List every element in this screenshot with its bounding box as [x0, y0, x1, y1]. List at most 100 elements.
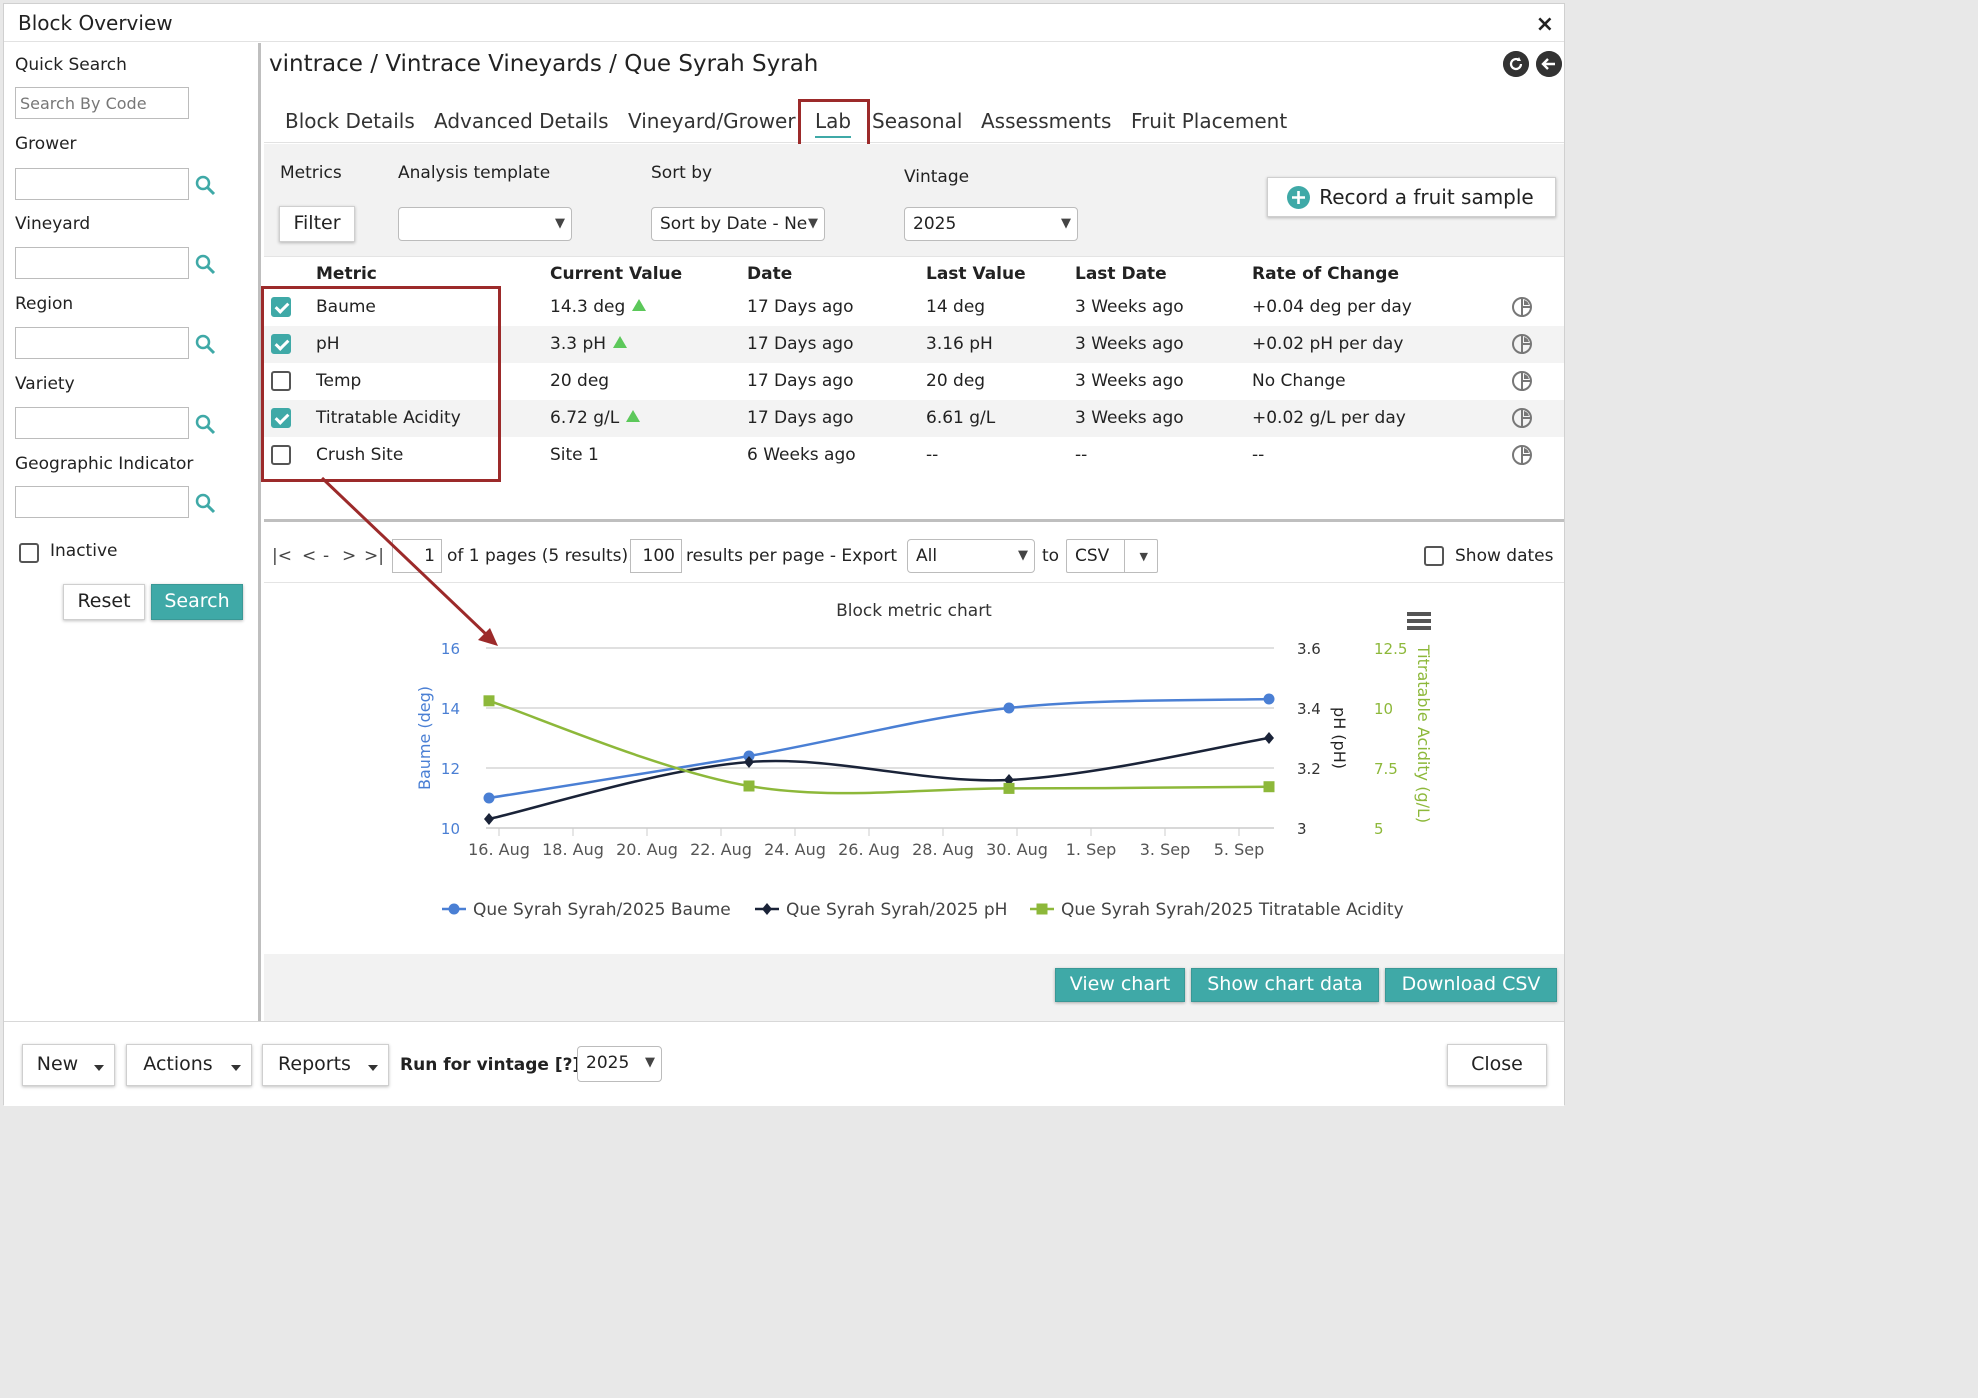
metric-checkbox[interactable] — [271, 297, 291, 317]
grower-search-icon[interactable] — [194, 174, 216, 196]
pie-chart-icon[interactable] — [1511, 407, 1533, 429]
table-row[interactable]: pH 3.3 pH 17 Days ago 3.16 pH 3 Weeks ago +0.… — [264, 326, 1564, 363]
show-chart-data-button[interactable]: Show chart data — [1191, 968, 1379, 1002]
close-icon[interactable]: × — [1536, 12, 1554, 37]
sort-by-select[interactable]: Sort by Date - Ne ▼ — [651, 207, 825, 241]
geographic-indicator-input[interactable] — [15, 486, 189, 518]
region-input[interactable] — [15, 327, 189, 359]
column-header-date[interactable]: Date — [747, 264, 792, 284]
dropdown-arrow-icon: ▼ — [645, 1055, 655, 1070]
variety-search-icon[interactable] — [194, 413, 216, 435]
previous-page-icon[interactable]: < — [302, 546, 316, 566]
pie-chart-icon[interactable] — [1511, 333, 1533, 355]
column-header-metric[interactable]: Metric — [316, 264, 377, 284]
new-menu-button[interactable]: New — [22, 1044, 115, 1086]
last-date-cell: 3 Weeks ago — [1075, 297, 1184, 317]
record-fruit-sample-label: Record a fruit sample — [1319, 185, 1534, 209]
rate-of-change-cell-text: No Change — [1252, 371, 1346, 391]
tab-bar: Block Details Advanced Details Vineyard/… — [264, 99, 1564, 143]
refresh-icon[interactable] — [1503, 51, 1529, 77]
column-header-rate-of-change[interactable]: Rate of Change — [1252, 264, 1399, 284]
variety-input[interactable] — [15, 407, 189, 439]
legend-label[interactable]: Que Syrah Syrah/2025 pH — [786, 900, 1007, 920]
select-divider — [1124, 540, 1125, 572]
legend-label[interactable]: Que Syrah Syrah/2025 Titratable Acidity — [1061, 900, 1404, 920]
rate-of-change-cell: +0.04 deg per day — [1252, 297, 1412, 317]
reset-button[interactable]: Reset — [63, 584, 145, 620]
rate-of-change-cell-text: +0.02 g/L per day — [1252, 408, 1406, 428]
geographic-indicator-search-icon[interactable] — [194, 492, 216, 514]
column-header-last-date[interactable]: Last Date — [1075, 264, 1167, 284]
record-fruit-sample-button[interactable]: Record a fruit sample — [1267, 177, 1556, 217]
metric-checkbox[interactable] — [271, 445, 291, 465]
search-button[interactable]: Search — [151, 584, 243, 620]
chart-menu-icon[interactable] — [1407, 619, 1431, 623]
metrics-table: Metric Current Value Date Last Value Las… — [264, 256, 1564, 518]
current-value-cell-text: 6.72 g/L — [550, 408, 620, 428]
close-button[interactable]: Close — [1447, 1044, 1547, 1086]
tab-vineyard-grower[interactable]: Vineyard/Grower — [628, 109, 796, 133]
column-header-last-value[interactable]: Last Value — [926, 264, 1026, 284]
pie-chart-icon[interactable] — [1511, 444, 1533, 466]
dialog-title: Block Overview — [18, 11, 173, 35]
analysis-template-select[interactable]: ▼ — [398, 207, 572, 241]
pie-chart-icon[interactable] — [1511, 370, 1533, 392]
current-value-cell: 20 deg — [550, 371, 609, 391]
table-row[interactable]: Baume 14.3 deg 17 Days ago 14 deg 3 Weeks ag… — [264, 289, 1564, 326]
page-number-input[interactable]: 1 — [392, 539, 442, 573]
vintage-select[interactable]: 2025 ▼ — [904, 207, 1078, 241]
column-header-current-value[interactable]: Current Value — [550, 264, 682, 284]
legend-marker — [762, 903, 772, 915]
table-row[interactable]: Temp 20 deg 17 Days ago 20 deg 3 Weeks ago No… — [264, 363, 1564, 400]
metric-checkbox[interactable] — [271, 408, 291, 428]
actions-menu-button[interactable]: Actions — [126, 1044, 252, 1086]
dropdown-arrow-icon: ▼ — [555, 216, 565, 231]
data-point-baume — [1003, 702, 1015, 714]
show-dates-checkbox[interactable] — [1424, 546, 1444, 566]
tab-block-details[interactable]: Block Details — [285, 109, 415, 133]
view-chart-button[interactable]: View chart — [1055, 968, 1185, 1002]
tab-seasonal[interactable]: Seasonal — [872, 109, 962, 133]
metric-checkbox[interactable] — [271, 371, 291, 391]
last-date-cell-text: -- — [1075, 445, 1088, 465]
reports-menu-button[interactable]: Reports — [262, 1044, 389, 1086]
filter-button[interactable]: Filter — [279, 206, 355, 242]
results-per-page-input[interactable]: 100 — [630, 539, 682, 573]
page-count-text: of 1 pages (5 results). — [447, 546, 634, 566]
export-scope-select[interactable]: All ▼ — [907, 539, 1035, 573]
vineyard-search-icon[interactable] — [194, 253, 216, 275]
next-page-icon[interactable]: > — [342, 546, 356, 566]
region-search-icon[interactable] — [194, 333, 216, 355]
grower-input[interactable] — [15, 168, 189, 200]
metric-checkbox[interactable] — [271, 334, 291, 354]
back-arrow-icon[interactable] — [1536, 51, 1562, 77]
export-format-select[interactable]: CSV ▼ — [1066, 539, 1158, 573]
vineyard-label: Vineyard — [15, 214, 91, 234]
table-row[interactable]: Crush Site Site 1 6 Weeks ago -- -- -- — [264, 437, 1564, 474]
first-page-icon[interactable]: |< — [272, 546, 292, 566]
block-metric-chart: Block metric chart 16. Aug 18. Aug 20. Aug 2… — [264, 584, 1564, 954]
ta-axis-tick: 12.5 — [1374, 640, 1407, 658]
metric-name-cell: Titratable Acidity — [316, 408, 461, 428]
tab-lab[interactable]: Lab — [815, 109, 852, 138]
run-for-vintage-label[interactable]: Run for vintage [?] — [400, 1055, 580, 1075]
last-value-cell: 20 deg — [926, 371, 985, 391]
chart-menu-icon[interactable] — [1407, 612, 1431, 616]
quick-search-input[interactable] — [15, 87, 189, 119]
download-csv-button[interactable]: Download CSV — [1385, 968, 1557, 1002]
chart-menu-icon[interactable] — [1407, 626, 1431, 630]
analysis-template-label: Analysis template — [398, 163, 551, 183]
inactive-checkbox[interactable] — [19, 543, 39, 563]
ph-axis-tick: 3.4 — [1297, 700, 1321, 718]
tab-assessments[interactable]: Assessments — [981, 109, 1111, 133]
tab-fruit-placement[interactable]: Fruit Placement — [1131, 109, 1287, 133]
tab-advanced-details[interactable]: Advanced Details — [434, 109, 608, 133]
rate-of-change-cell-text: +0.04 deg per day — [1252, 297, 1412, 317]
vineyard-input[interactable] — [15, 247, 189, 279]
last-page-icon[interactable]: >| — [364, 546, 384, 566]
table-row[interactable]: Titratable Acidity 6.72 g/L 17 Days ago 6.6… — [264, 400, 1564, 437]
ph-axis-tick: 3.2 — [1297, 760, 1321, 778]
run-vintage-select[interactable]: 2025 ▼ — [577, 1046, 662, 1082]
legend-label[interactable]: Que Syrah Syrah/2025 Baume — [473, 900, 731, 920]
pie-chart-icon[interactable] — [1511, 296, 1533, 318]
